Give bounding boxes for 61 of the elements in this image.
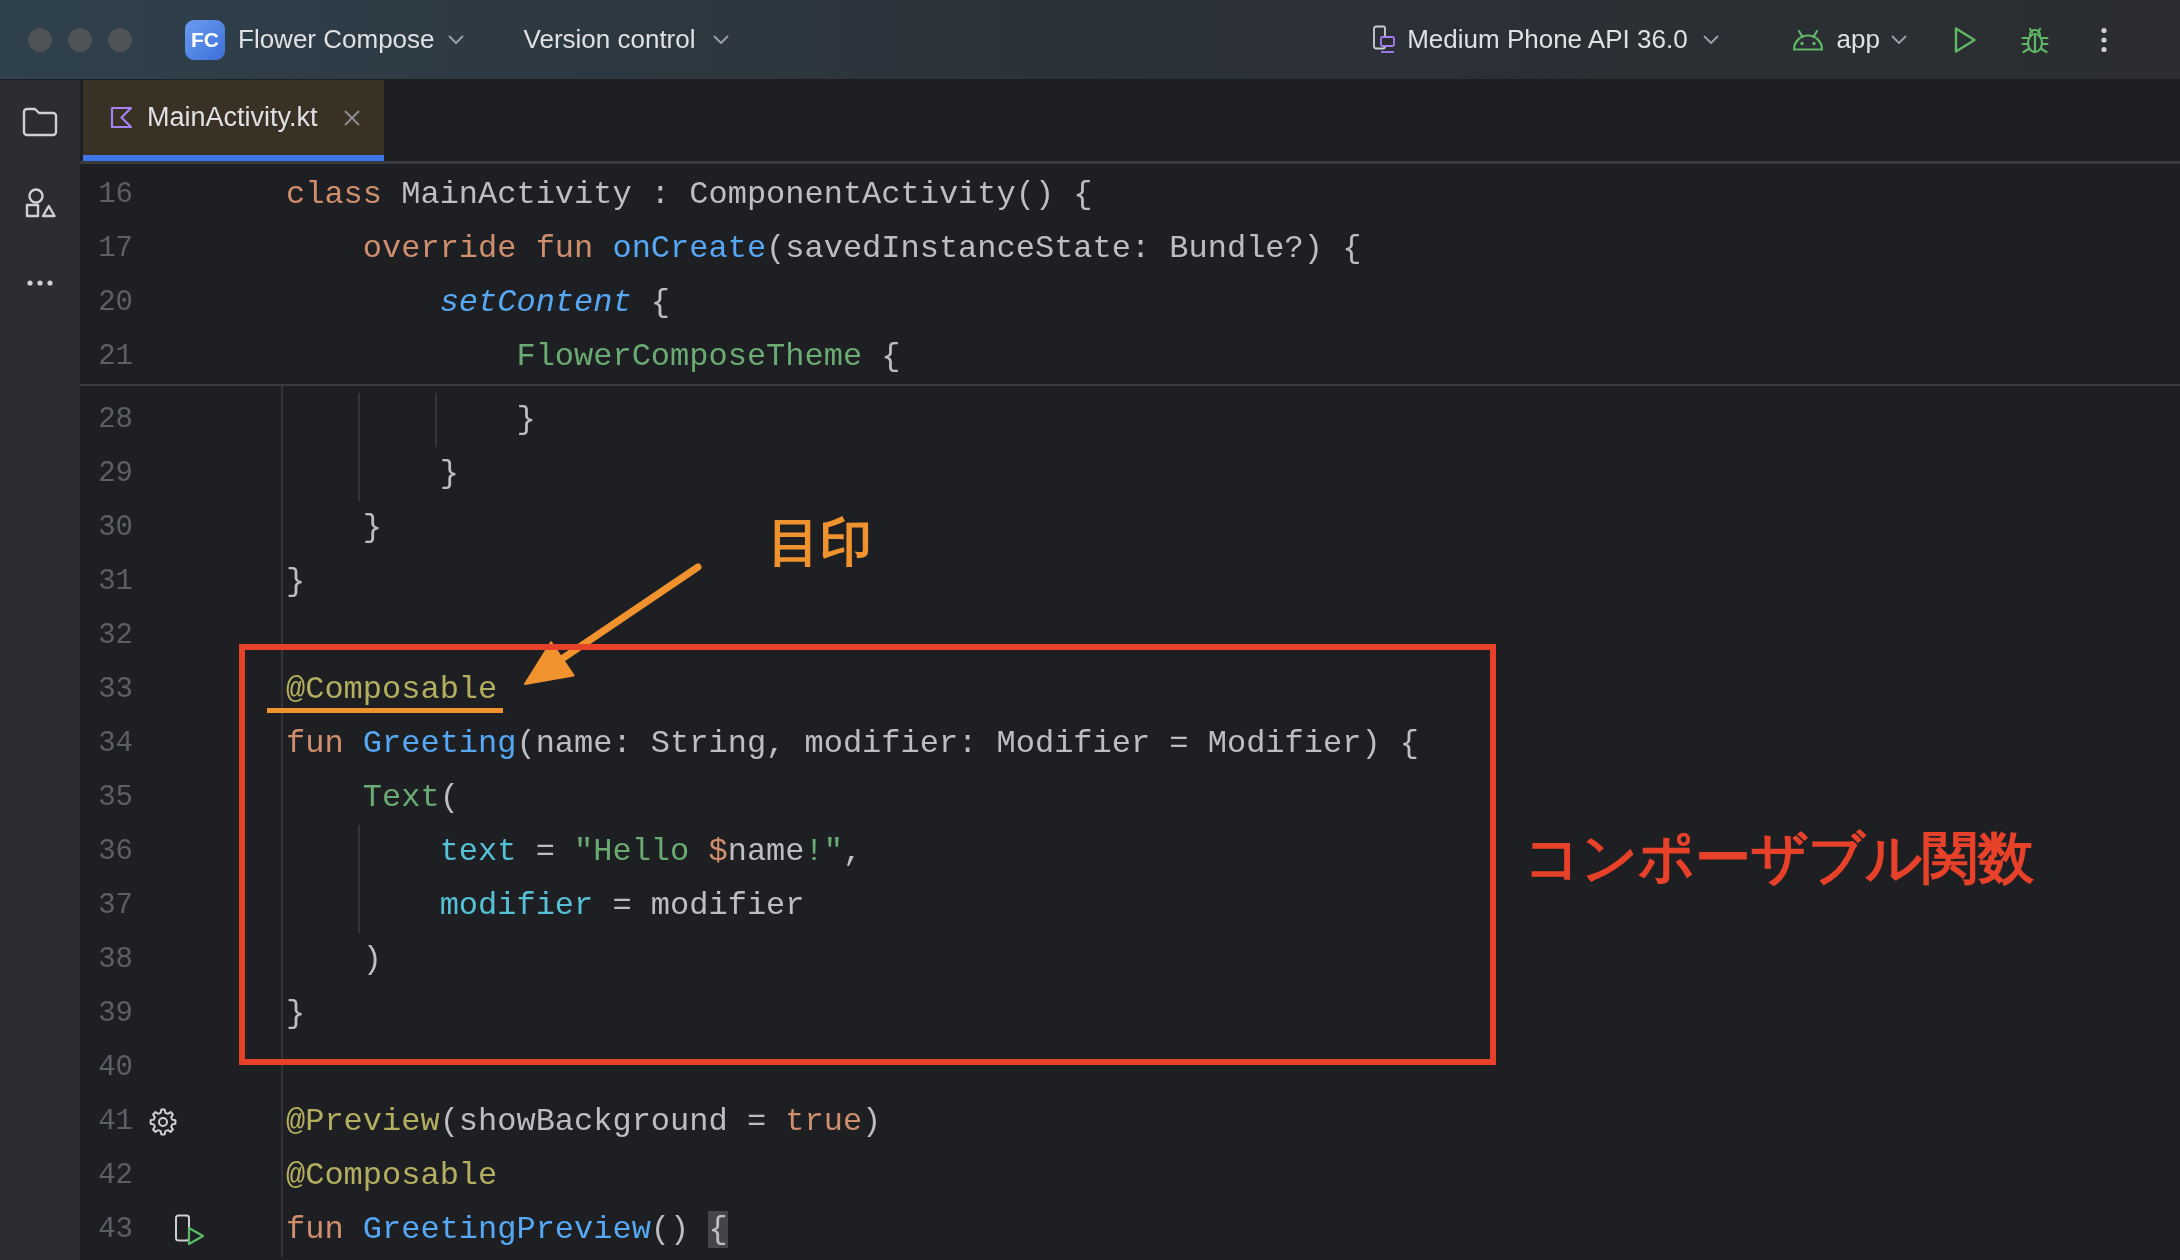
shapes-icon[interactable] <box>24 187 56 219</box>
line-number: 29 <box>98 457 133 491</box>
code-line: } <box>286 995 306 1033</box>
phone-play-icon[interactable] <box>174 1214 206 1246</box>
line-number: 33 <box>98 673 133 707</box>
line-number: 39 <box>98 997 133 1031</box>
chevron-down-icon <box>447 34 464 45</box>
line-number: 36 <box>98 835 133 869</box>
line-number: 17 <box>98 232 133 266</box>
line-number: 21 <box>98 340 133 374</box>
device-selector[interactable]: Medium Phone API 36.0 <box>1372 20 1719 59</box>
code-line: @Preview(showBackground = true) <box>286 1103 882 1141</box>
code-line: modifier = modifier <box>439 887 805 925</box>
line-number: 35 <box>98 781 133 815</box>
more-vertical-icon[interactable] <box>2100 26 2108 53</box>
callout-label: 目印 <box>768 516 872 568</box>
phone-icon <box>1372 24 1397 55</box>
line-number: 28 <box>98 403 133 437</box>
chevron-down-icon <box>712 34 729 45</box>
code-line: ) <box>362 941 382 979</box>
code-line: class MainActivity : ComponentActivity() { <box>286 176 1093 214</box>
code-line: } <box>439 455 459 493</box>
android-head-icon <box>1790 28 1825 51</box>
line-number: 37 <box>98 889 133 923</box>
chevron-down-icon <box>1702 34 1719 45</box>
project-menu-button[interactable]: Flower Compose <box>238 20 464 59</box>
chevron-down-icon <box>1891 34 1907 45</box>
line-number: 31 <box>98 565 133 599</box>
run-icon[interactable] <box>1953 25 1977 54</box>
gear-icon[interactable] <box>149 1108 177 1136</box>
code-line: } <box>286 563 306 601</box>
code-line: setContent { <box>439 284 671 322</box>
run-config-selector[interactable]: app <box>1790 20 1907 59</box>
line-number: 20 <box>98 286 133 320</box>
callout-label: コンポーザブル関数 <box>1524 830 2034 886</box>
project-badge: FC <box>185 19 225 60</box>
file-tab[interactable]: MainActivity.kt <box>83 80 384 161</box>
code-line: } <box>516 401 536 439</box>
code-line: override fun onCreate(savedInstanceState: Bundle?) { <box>362 230 1362 268</box>
line-number: 43 <box>98 1213 133 1247</box>
file-icon <box>110 106 133 129</box>
code-line: } <box>362 509 382 547</box>
code-line: Text( <box>362 779 459 817</box>
folder-icon[interactable] <box>22 107 58 137</box>
code-line: @Composable <box>286 1157 498 1195</box>
code-line: fun Greeting(name: String, modifier: Modifier = Modifier) { <box>286 725 1419 763</box>
close-icon[interactable] <box>343 109 360 126</box>
line-number: 41 <box>98 1105 133 1139</box>
line-number: 40 <box>98 1051 133 1085</box>
line-number: 30 <box>98 511 133 545</box>
line-number: 34 <box>98 727 133 761</box>
code-line: FlowerComposeTheme { <box>516 338 901 376</box>
line-number: 16 <box>98 178 133 212</box>
line-number: 38 <box>98 943 133 977</box>
code-line: @Composable <box>286 671 498 709</box>
line-number: 42 <box>98 1159 133 1193</box>
version-control-menu-button[interactable]: Version control <box>523 20 729 59</box>
code-line: fun GreetingPreview() { <box>286 1211 728 1249</box>
more-horizontal-icon[interactable] <box>27 280 53 286</box>
code-line: text = "Hello $name!", <box>439 833 863 871</box>
line-number: 32 <box>98 619 133 653</box>
